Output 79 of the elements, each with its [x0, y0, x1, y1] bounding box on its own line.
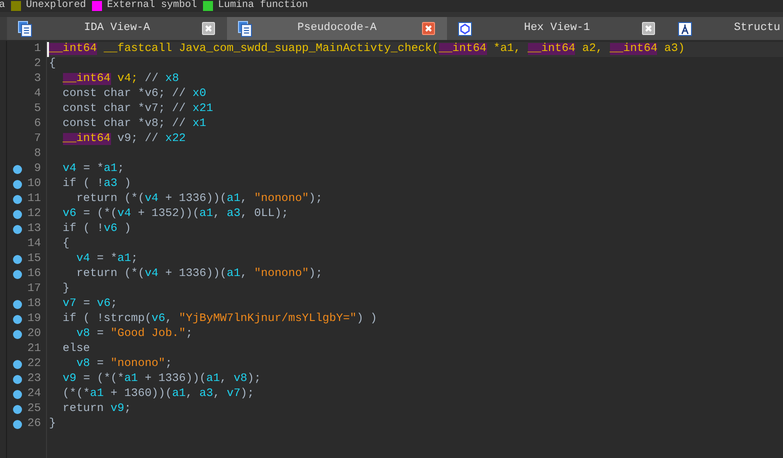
line-number: 25: [27, 402, 42, 417]
breakpoint-icon[interactable]: [12, 255, 22, 264]
code-line: v4 = *a1;: [62, 162, 124, 177]
line-number: 1: [33, 42, 42, 57]
code-line: {: [62, 237, 70, 252]
legend-label: a: [0, 0, 6, 12]
code-line: v9 = (*(*a1 + 1336))(a1, v8);: [62, 372, 261, 387]
breakpoint-icon[interactable]: [12, 225, 22, 234]
breakpoint-icon[interactable]: [12, 420, 22, 429]
line-number: 7: [33, 132, 42, 147]
legend-label: Lumina function: [218, 0, 308, 12]
breakpoint-icon[interactable]: [12, 180, 22, 189]
code-line: if ( !a3 ): [62, 177, 132, 192]
line-number: 6: [33, 117, 42, 132]
line-number: 18: [27, 297, 42, 312]
code-line: else: [62, 342, 90, 357]
code-line: if ( !strcmp(v6, "YjByMW7lnKjnur/msYLlgbY=") ): [62, 312, 378, 327]
code-line: v4 = *a1;: [75, 252, 138, 267]
line-number: 14: [27, 237, 42, 252]
line-number: 4: [33, 87, 42, 102]
breakpoint-icon[interactable]: [12, 165, 22, 174]
code-line: {: [49, 57, 56, 72]
code-line: if ( !v6 ): [62, 222, 132, 237]
line-number: 5: [33, 102, 42, 117]
code-line: const char *v7; // x21: [62, 102, 214, 117]
line-number: 13: [27, 222, 42, 237]
line-number: 26: [27, 417, 42, 432]
line-number: 16: [27, 267, 42, 282]
document-icon: [18, 20, 32, 36]
code-line: return (*(v4 + 1336))(a1, "nonono");: [75, 192, 322, 207]
line-number: 15: [27, 252, 42, 267]
compass-icon: [678, 20, 692, 36]
tab[interactable]: Pseudocode-A: [227, 17, 447, 40]
code-line: }: [62, 282, 70, 297]
code-line: }: [49, 417, 56, 432]
line-number: 20: [27, 327, 42, 342]
line-number: 2: [33, 57, 42, 72]
breakpoint-icon[interactable]: [12, 315, 22, 324]
breakpoint-icon[interactable]: [12, 330, 22, 339]
tab[interactable]: Hex View-1: [447, 17, 667, 40]
line-number: 11: [27, 192, 42, 207]
line-number: 21: [27, 342, 42, 357]
breakpoint-icon[interactable]: [12, 405, 22, 414]
breakpoint-icon[interactable]: [12, 270, 22, 279]
breakpoint-icon[interactable]: [12, 390, 22, 399]
line-number: 19: [27, 312, 42, 327]
legend-label: External symbol: [107, 0, 198, 12]
code-line: v7 = v6;: [62, 297, 118, 312]
line-number: 24: [27, 387, 42, 402]
line-number: 3: [33, 72, 42, 87]
line-number: 17: [27, 282, 42, 297]
code-line: __int64 __fastcall Java_com_swdd_suapp_MainActivty_check(__int64 *a1, __int64 a2, __int64 a3): [49, 42, 685, 57]
tab[interactable]: Structu: [667, 17, 783, 40]
code-line: __int64 v4; // x8: [62, 72, 179, 87]
breakpoint-icon[interactable]: [12, 195, 22, 204]
code-line: const char *v6; // x0: [62, 87, 206, 102]
breakpoint-icon[interactable]: [12, 375, 22, 384]
code-line: v6 = (*(v4 + 1352))(a1, a3, 0LL);: [62, 207, 288, 222]
line-number: 8: [33, 147, 42, 162]
line-number: 23: [27, 372, 42, 387]
code-line: const char *v8; // x1: [62, 117, 206, 132]
code-line: __int64 v9; // x22: [62, 132, 186, 147]
code-line: v8 = "Good Job.";: [75, 327, 193, 342]
code-line: v8 = "nonono";: [75, 357, 172, 372]
breakpoint-icon[interactable]: [12, 210, 22, 219]
code-line: return v9;: [62, 402, 132, 417]
close-icon[interactable]: [422, 22, 435, 35]
breakpoint-icon[interactable]: [12, 360, 22, 369]
line-number: 10: [27, 177, 42, 192]
breakpoint-icon[interactable]: [12, 300, 22, 309]
code-line: (*(*a1 + 1360))(a1, a3, v7);: [62, 387, 254, 402]
line-number: 22: [27, 357, 42, 372]
hexagon-icon: [458, 20, 472, 36]
code-line: return (*(v4 + 1336))(a1, "nonono");: [75, 267, 322, 282]
document-icon: [238, 20, 252, 36]
line-number: 12: [27, 207, 42, 222]
legend-label: Unexplored: [26, 0, 86, 12]
line-number: 9: [33, 162, 42, 177]
tab[interactable]: IDA View-A: [7, 17, 227, 40]
